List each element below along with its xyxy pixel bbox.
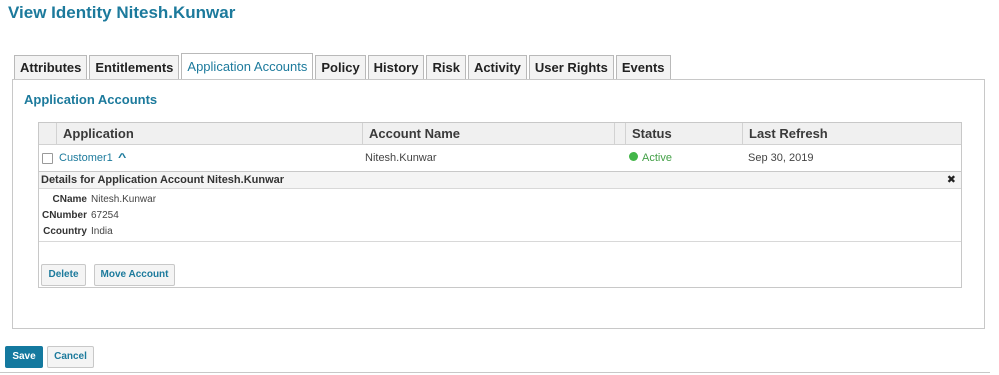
detail-attribute-row: CNumber 67254 (39, 208, 961, 224)
accounts-table: Application Account Name Status Last Ref… (38, 122, 962, 288)
attribute-value: 67254 (91, 210, 119, 221)
table-row: Customer1 ^ Nitesh.Kunwar Active Sep 30, … (39, 146, 961, 171)
table-header: Application Account Name Status Last Ref… (39, 123, 961, 145)
row-checkbox[interactable] (42, 153, 53, 164)
application-cell: Customer1 ^ (59, 146, 126, 171)
tab-application-accounts[interactable]: Application Accounts (181, 53, 314, 80)
tab-attributes[interactable]: Attributes (14, 55, 88, 80)
attribute-value: India (91, 226, 113, 237)
attribute-key: CName (52, 194, 87, 205)
move-account-button[interactable]: Move Account (94, 264, 175, 286)
tab-user-rights[interactable]: User Rights (528, 55, 614, 80)
tab-risk[interactable]: Risk (426, 55, 466, 80)
column-header-application[interactable]: Application (56, 123, 363, 144)
column-header-account-name[interactable]: Account Name (362, 123, 614, 144)
detail-attribute-row: CName Nitesh.Kunwar (39, 192, 961, 208)
tab-policy[interactable]: Policy (315, 55, 366, 80)
last-refresh-cell: Sep 30, 2019 (748, 152, 814, 164)
tab-history[interactable]: History (367, 55, 425, 80)
account-name-cell: Nitesh.Kunwar (365, 152, 437, 164)
page-title: View Identity Nitesh.Kunwar (8, 3, 236, 22)
tab-activity[interactable]: Activity (467, 55, 527, 80)
cancel-button[interactable]: Cancel (47, 346, 94, 368)
bottom-divider (0, 372, 990, 373)
save-button[interactable]: Save (5, 346, 43, 368)
column-header-last-refresh[interactable]: Last Refresh (742, 123, 962, 144)
status-text: Active (642, 152, 672, 164)
column-header-status[interactable]: Status (625, 123, 742, 144)
attribute-key: CNumber (41, 210, 87, 221)
details-body: CName Nitesh.Kunwar CNumber 67254 Ccount… (39, 189, 961, 242)
close-icon[interactable]: ✖ (947, 172, 956, 189)
tab-events[interactable]: Events (615, 55, 671, 80)
status-active-icon (629, 152, 638, 161)
detail-attribute-row: Ccountry India (39, 224, 961, 240)
tab-panel: Application Accounts Application Account… (12, 79, 985, 329)
tab-bar: Attributes Entitlements Application Acco… (14, 53, 673, 80)
application-link[interactable]: Customer1 (59, 152, 113, 164)
attribute-value: Nitesh.Kunwar (91, 194, 157, 205)
attribute-key: Ccountry (43, 226, 87, 237)
tab-entitlements[interactable]: Entitlements (89, 55, 180, 80)
chevron-up-icon[interactable]: ^ (118, 146, 126, 171)
delete-button[interactable]: Delete (41, 264, 86, 286)
details-title: Details for Application Account Nitesh.K… (41, 174, 285, 186)
status-cell: Active (629, 146, 672, 171)
details-header: Details for Application Account Nitesh.K… (39, 171, 961, 189)
section-title: Application Accounts (24, 92, 158, 107)
